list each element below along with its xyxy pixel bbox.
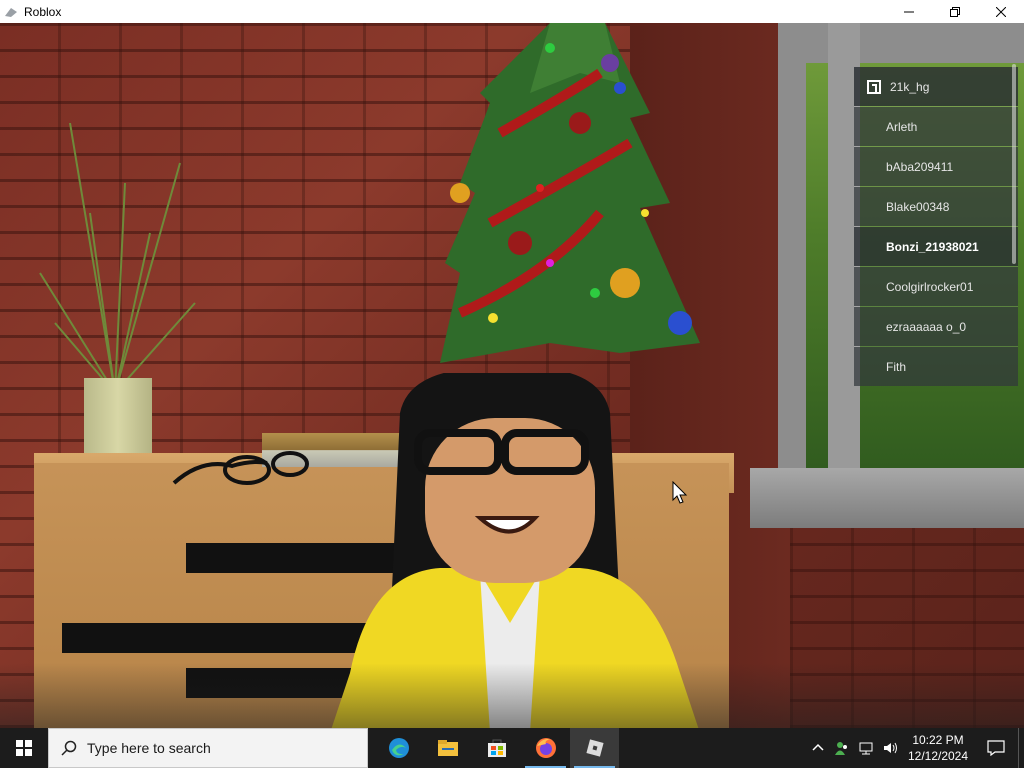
taskbar-search-box[interactable]: Type here to search [48,728,368,768]
action-center-button[interactable] [974,728,1018,768]
window-sill [750,468,1024,528]
floor-shadow [0,663,1024,728]
player-row-selected[interactable]: Bonzi_21938021 [854,227,1018,266]
people-tray-button[interactable] [830,728,854,768]
plant [39,123,196,393]
show-hidden-icons-button[interactable] [806,728,830,768]
clock-time: 10:22 PM [912,733,964,747]
taskbar-app-edge[interactable] [374,728,423,768]
volume-tray-button[interactable] [878,728,902,768]
local-player-name: 21k_hg [890,79,930,94]
christmas-tree [440,23,700,363]
windows-icon [16,740,32,756]
search-icon [61,740,77,756]
player-name: Bonzi_21938021 [886,239,979,254]
system-tray: 10:22 PM 12/12/2024 [806,728,1024,768]
player-row[interactable]: Coolgirlrocker01 [854,267,1018,306]
taskbar: Type here to search 10:22 PM 12/12/2024 [0,728,1024,768]
roblox-app-icon [4,5,18,19]
glasses-on-dresser [172,451,309,485]
roblox-icon [585,739,604,757]
taskbar-clock[interactable]: 10:22 PM 12/12/2024 [902,732,974,764]
minimize-icon [904,11,914,12]
taskbar-app-roblox[interactable] [570,728,619,768]
show-desktop-button[interactable] [1018,728,1024,768]
restore-icon [950,6,960,17]
taskbar-app-file-explorer[interactable] [423,728,472,768]
taskbar-app-firefox[interactable] [521,728,570,768]
store-icon [487,739,506,757]
firefox-icon [535,738,556,758]
player-name: Arleth [886,119,918,134]
player-name: ezraaaaaa o_0 [886,319,967,334]
network-icon [859,742,873,755]
player-list-scrollbar[interactable] [1012,64,1016,264]
mouse-cursor-icon [672,481,688,504]
player-list-header[interactable]: 21k_hg [854,67,1018,106]
player-name: Coolgirlrocker01 [886,279,974,294]
close-button[interactable] [978,0,1024,23]
title-bar: Roblox [0,0,1024,23]
minimize-button[interactable] [886,0,932,23]
network-tray-button[interactable] [854,728,878,768]
player-row[interactable]: Arleth [854,107,1018,146]
player-row[interactable]: Blake00348 [854,187,1018,226]
chevron-up-icon [812,743,824,751]
volume-icon [884,742,897,754]
player-row[interactable]: Fith [854,347,1018,386]
close-icon [996,6,1006,17]
roblox-premium-icon [867,79,881,94]
player-row[interactable]: bAba209411 [854,147,1018,186]
edge-icon [388,738,409,758]
player-name: Fith [886,359,907,374]
player-name: bAba209411 [886,159,954,174]
notification-icon [987,740,1005,756]
maximize-button[interactable] [932,0,978,23]
taskbar-app-store[interactable] [472,728,521,768]
clock-date: 12/12/2024 [907,749,969,763]
window-title: Roblox [24,4,62,19]
player-row[interactable]: ezraaaaaa o_0 [854,307,1018,346]
people-icon [835,742,847,755]
search-placeholder: Type here to search [87,740,211,756]
start-button[interactable] [0,728,48,768]
player-name: Blake00348 [886,199,950,214]
file-explorer-icon [437,740,458,756]
player-list: 21k_hg Arleth bAba209411 Blake00348 Bonz… [854,40,1018,386]
